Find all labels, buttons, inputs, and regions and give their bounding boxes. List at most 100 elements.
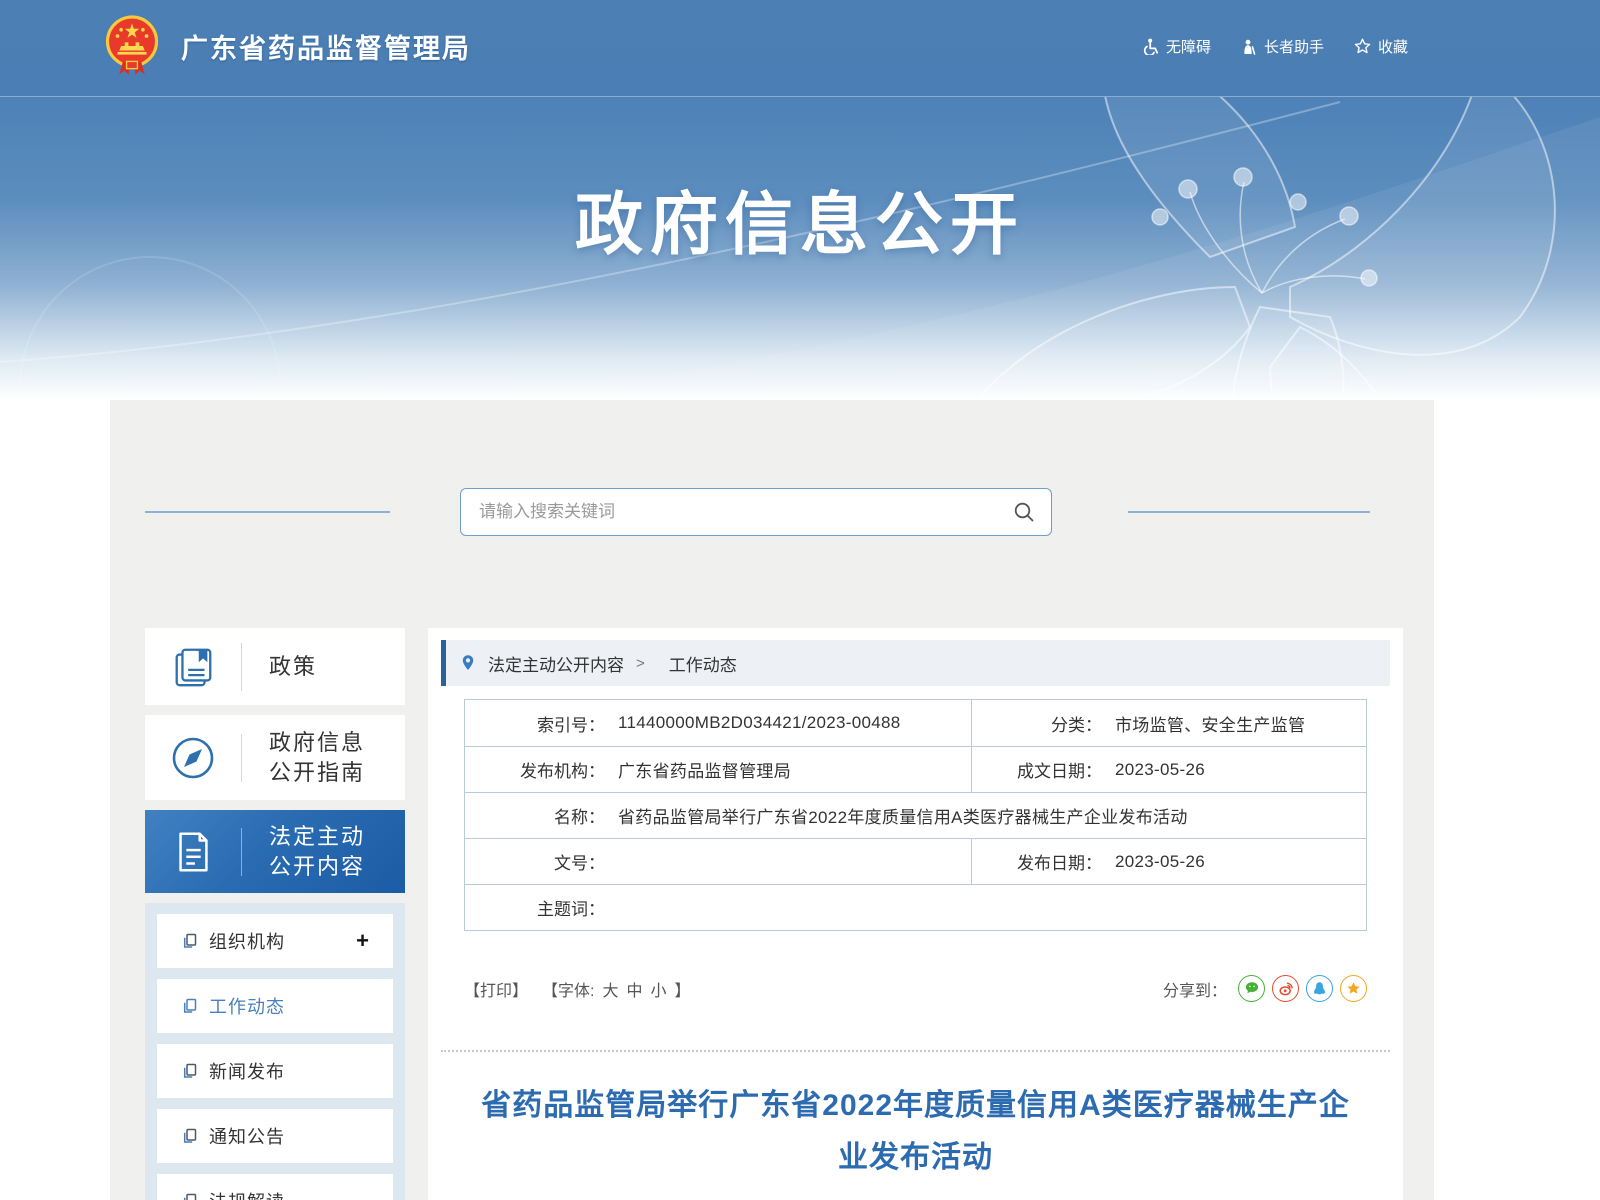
guide-label-line2: 公开指南 (269, 760, 365, 785)
font-size-small-button[interactable]: 小 (651, 977, 667, 1001)
submenu-item-notices[interactable]: 通知公告 (157, 1109, 393, 1163)
book-icon (145, 644, 241, 690)
person-icon (1241, 39, 1257, 55)
pages-icon (182, 1193, 198, 1200)
article-toolbar: 【打印】 【字体: 大 中 小 】 分享到： (464, 975, 1367, 1002)
star-icon (1354, 38, 1371, 55)
submenu-item-notices-label: 通知公告 (209, 1123, 285, 1149)
sidebar: 政策 政府信息 公开指南 (145, 628, 405, 1200)
share-wechat-button[interactable] (1238, 975, 1265, 1002)
top-links: 无障碍 长者助手 收藏 (1142, 36, 1408, 57)
sidebar-submenu: 组织机构 + 工作动态 (145, 903, 405, 1200)
sidebar-item-policy-label: 政策 (242, 652, 317, 682)
share-bar: 分享到： (1163, 975, 1367, 1002)
location-pin-icon (460, 654, 476, 672)
submenu-item-work-updates-label: 工作动态 (209, 993, 285, 1019)
search-button[interactable] (1013, 501, 1035, 523)
elder-helper-label: 长者助手 (1264, 36, 1324, 57)
issuing-agency-value: 广东省药品监督管理局 (605, 757, 791, 782)
meta-row-name: 名称： 省药品监管局举行广东省2022年度质量信用A类医疗器械生产企业发布活动 (465, 792, 1366, 838)
banner-title: 政府信息公开 (0, 169, 1600, 268)
breadcrumb-current-work-updates[interactable]: 工作动态 (669, 651, 737, 676)
qq-penguin-icon (1312, 981, 1327, 997)
national-emblem-icon (103, 14, 161, 78)
guide-label-line1: 政府信息 (269, 730, 365, 755)
pages-icon (182, 933, 198, 949)
meta-row-docnumber-publishdate: 文号： 发布日期： 2023-05-26 (465, 838, 1366, 884)
submenu-item-organization[interactable]: 组织机构 + (157, 914, 393, 968)
search-input[interactable] (479, 502, 1013, 522)
weibo-icon (1278, 981, 1294, 997)
category-value: 市场监管、安全生产监管 (1102, 711, 1305, 736)
breadcrumb-link-statutory[interactable]: 法定主动公开内容 (488, 651, 624, 676)
decorative-line-right (1128, 511, 1370, 513)
magnifier-icon (1013, 501, 1035, 523)
submenu-item-organization-label: 组织机构 (209, 928, 285, 954)
wechat-icon (1244, 981, 1260, 996)
font-size-controls: 【字体: 大 中 小 】 (542, 977, 691, 1001)
accessibility-link[interactable]: 无障碍 (1142, 36, 1211, 57)
keywords-label: 主题词： (465, 895, 605, 920)
document-name-label: 名称： (465, 803, 605, 828)
share-weibo-button[interactable] (1272, 975, 1299, 1002)
submenu-item-work-updates[interactable]: 工作动态 (157, 979, 393, 1033)
document-icon (145, 829, 241, 875)
content-panel: 法定主动公开内容 > 工作动态 索引号： 11440000MB2D034421/… (428, 628, 1403, 1200)
statutory-label-line1: 法定主动 (269, 824, 365, 849)
search-box (460, 488, 1052, 536)
font-size-large-button[interactable]: 大 (602, 977, 618, 1001)
content-card: 政策 政府信息 公开指南 (110, 400, 1434, 1200)
breadcrumb: 法定主动公开内容 > 工作动态 (441, 640, 1390, 686)
document-number-label: 文号： (465, 849, 605, 874)
page: 广东省药品监督管理局 无障碍 长者助手 (0, 0, 1600, 1200)
site-title: 广东省药品监督管理局 (181, 27, 471, 66)
share-qq-button[interactable] (1306, 975, 1333, 1002)
sidebar-item-policy[interactable]: 政策 (145, 628, 405, 705)
print-button[interactable]: 【打印】 (464, 977, 528, 1001)
pages-icon (182, 1063, 198, 1079)
sidebar-item-disclosure-guide[interactable]: 政府信息 公开指南 (145, 715, 405, 800)
breadcrumb-separator: > (636, 655, 645, 672)
meta-row-index-category: 索引号： 11440000MB2D034421/2023-00488 分类： 市… (465, 700, 1366, 746)
submenu-item-regulation-interpretation[interactable]: 法规解读 (157, 1174, 393, 1200)
dotted-separator (441, 1050, 1390, 1052)
issuing-agency-label: 发布机构： (465, 757, 605, 782)
top-bar: 广东省药品监督管理局 无障碍 长者助手 (0, 0, 1600, 97)
index-number-label: 索引号： (465, 711, 605, 736)
decorative-line-left (145, 511, 390, 513)
font-size-suffix: 】 (675, 977, 691, 1001)
statutory-label-line2: 公开内容 (269, 854, 365, 879)
share-label: 分享到： (1163, 977, 1227, 1001)
pages-icon (182, 998, 198, 1014)
written-date-value: 2023-05-26 (1102, 760, 1205, 780)
wheelchair-icon (1142, 38, 1159, 55)
document-name-value: 省药品监管局举行广东省2022年度质量信用A类医疗器械生产企业发布活动 (605, 803, 1188, 828)
compass-icon (145, 734, 241, 782)
sidebar-item-statutory-disclosure[interactable]: 法定主动 公开内容 (145, 810, 405, 893)
written-date-label: 成文日期： (972, 757, 1102, 782)
submenu-item-regulation-interpretation-label: 法规解读 (209, 1188, 285, 1200)
expand-plus-icon[interactable]: + (356, 930, 369, 952)
sidebar-item-disclosure-guide-label: 政府信息 公开指南 (242, 728, 365, 788)
publish-date-value: 2023-05-26 (1102, 852, 1205, 872)
font-size-medium-button[interactable]: 中 (626, 977, 642, 1001)
sidebar-item-statutory-disclosure-label: 法定主动 公开内容 (242, 822, 365, 882)
index-number-value: 11440000MB2D034421/2023-00488 (605, 713, 901, 733)
elder-helper-link[interactable]: 长者助手 (1241, 36, 1324, 57)
favorite-link[interactable]: 收藏 (1354, 36, 1408, 57)
qzone-star-icon (1346, 981, 1361, 996)
accessibility-label: 无障碍 (1166, 36, 1211, 57)
site-brand-link[interactable]: 广东省药品监督管理局 (103, 14, 471, 78)
article-title: 省药品监管局举行广东省2022年度质量信用A类医疗器械生产企业发布活动 (472, 1080, 1360, 1184)
font-size-prefix: 【字体: (542, 977, 594, 1001)
pages-icon (182, 1128, 198, 1144)
meta-row-keywords: 主题词： (465, 884, 1366, 930)
banner: 政府信息公开 (0, 97, 1600, 400)
submenu-item-news-label: 新闻发布 (209, 1058, 285, 1084)
main-row: 政策 政府信息 公开指南 (145, 628, 1403, 1200)
document-meta-table: 索引号： 11440000MB2D034421/2023-00488 分类： 市… (464, 699, 1367, 931)
favorite-label: 收藏 (1378, 36, 1408, 57)
submenu-item-news[interactable]: 新闻发布 (157, 1044, 393, 1098)
category-label: 分类： (972, 711, 1102, 736)
share-qzone-button[interactable] (1340, 975, 1367, 1002)
